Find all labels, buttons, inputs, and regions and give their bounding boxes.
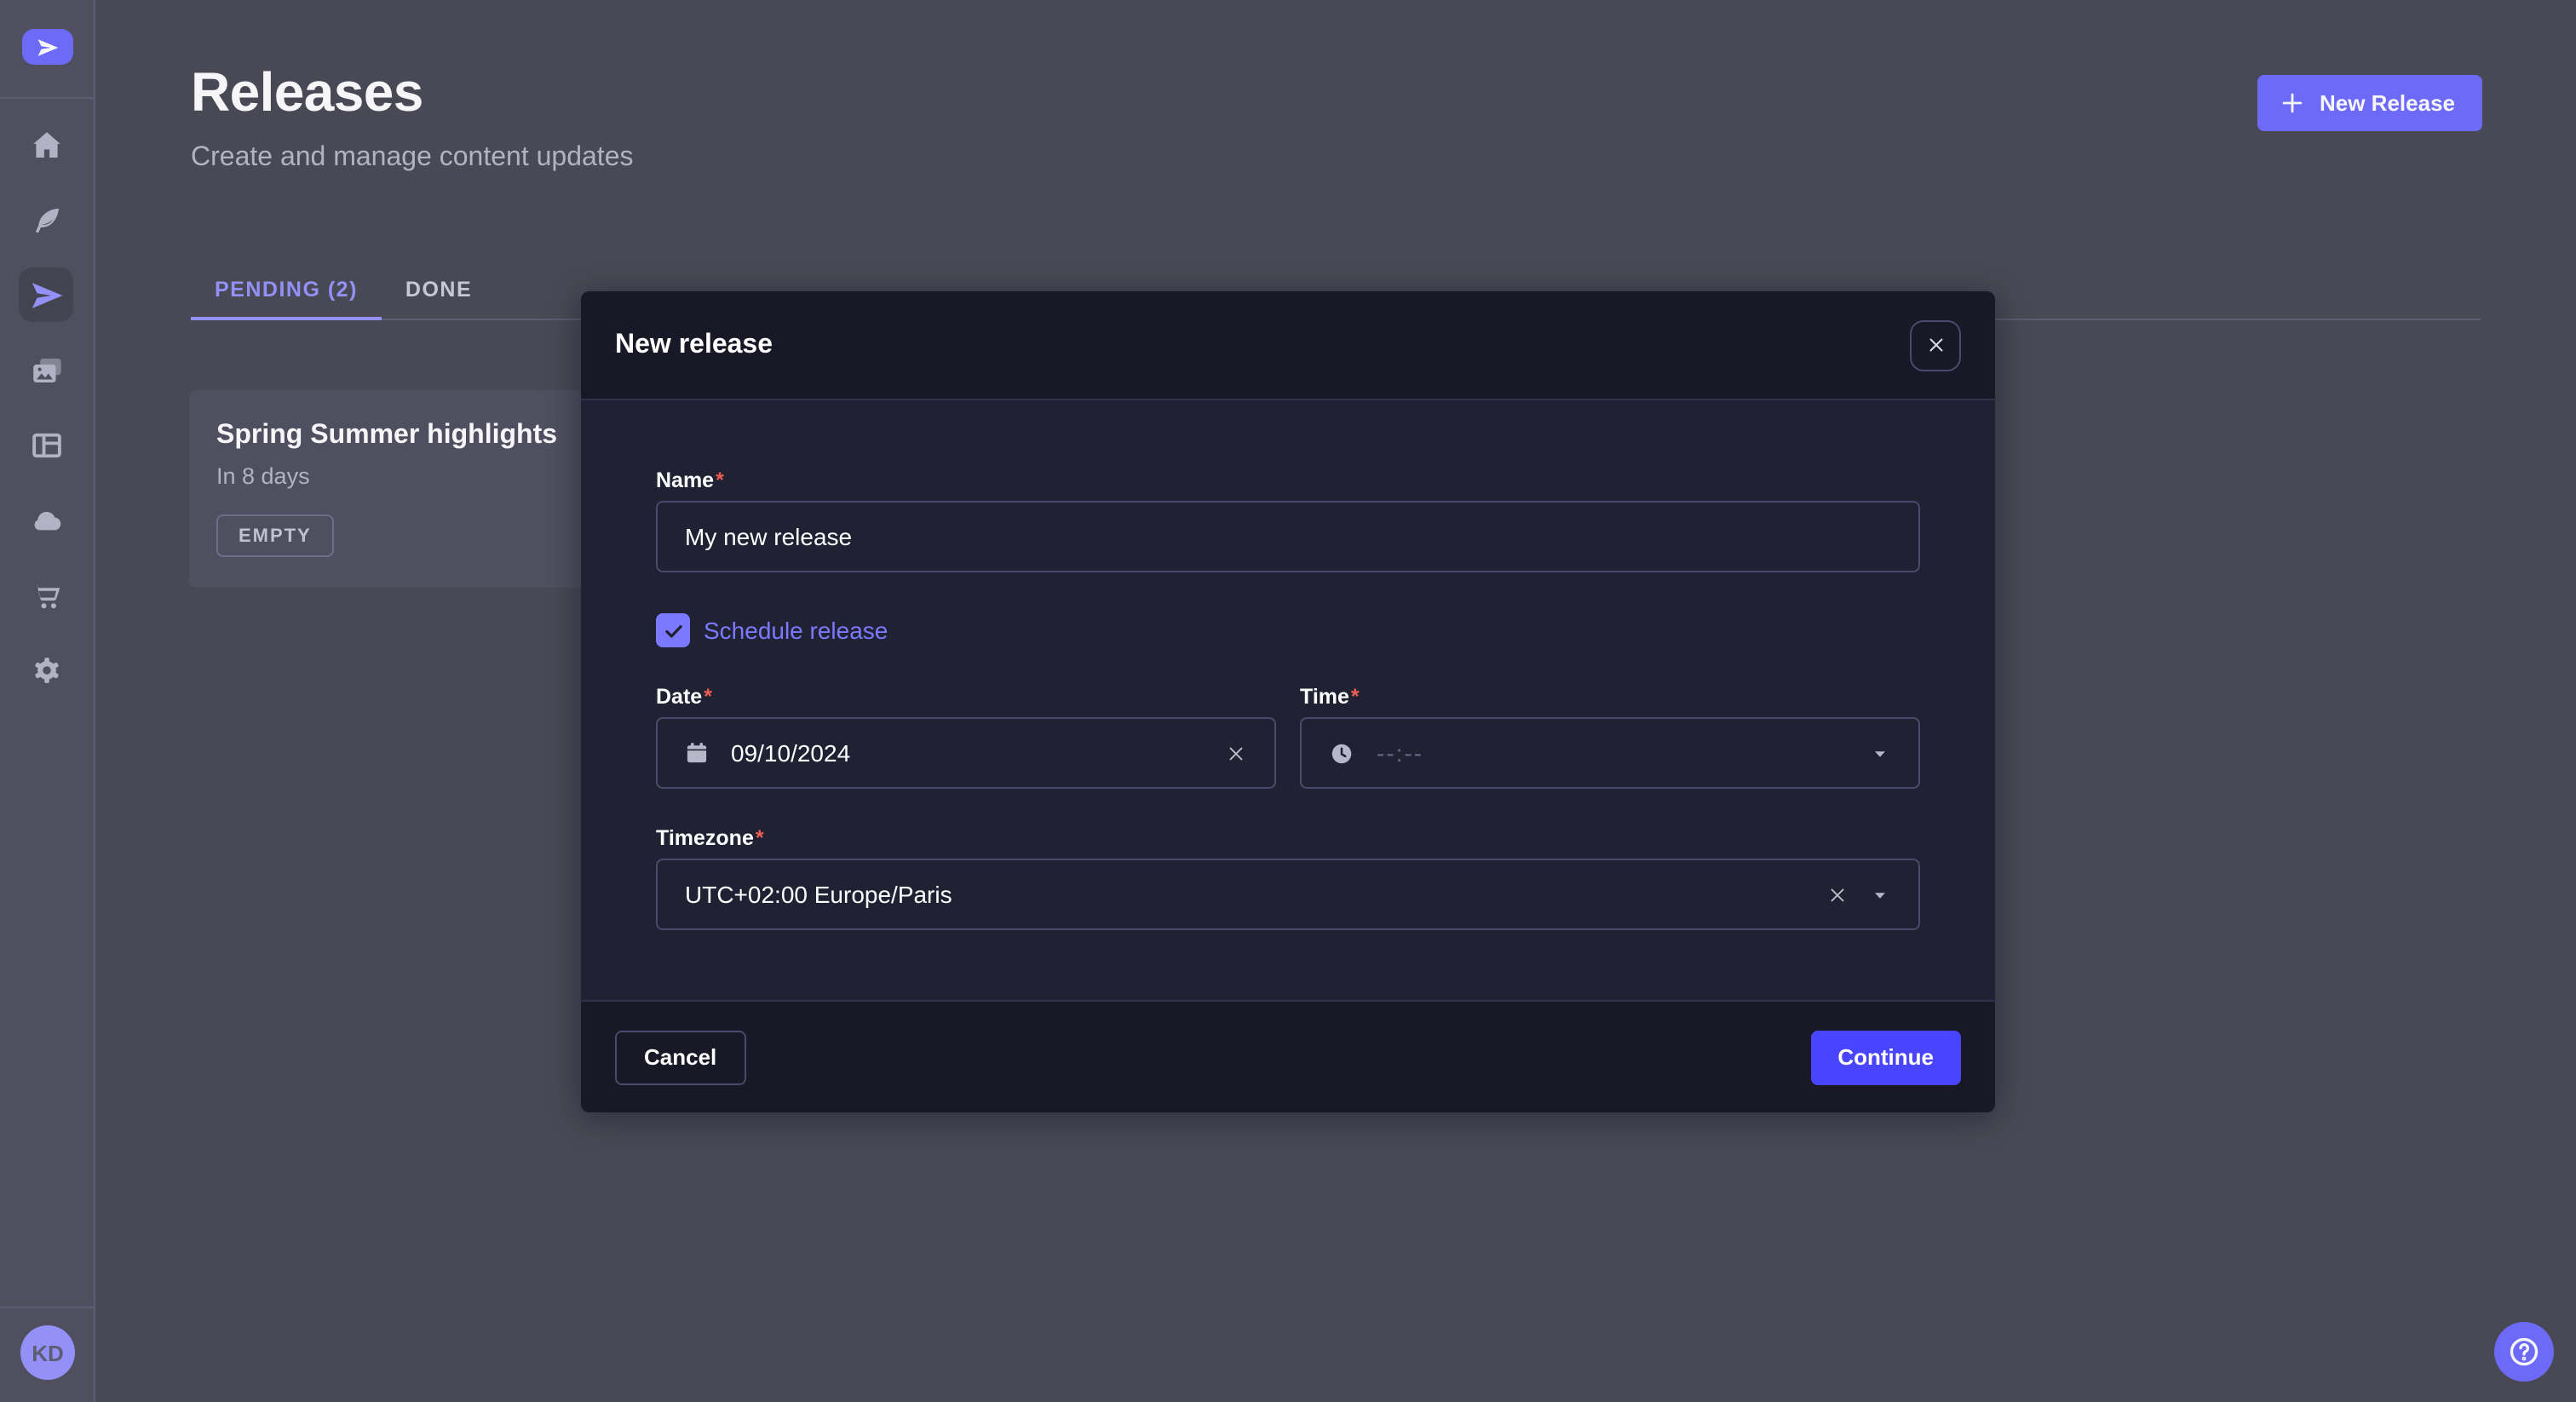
name-field: Name* My new release [656,468,1920,572]
clear-icon [1826,883,1849,905]
required-asterisk: * [1351,685,1360,709]
timezone-clear-button[interactable] [1826,883,1849,905]
continue-button[interactable]: Continue [1810,1030,1961,1084]
close-icon [1924,334,1946,356]
modal-body: Name* My new release Schedule release Da… [581,400,1995,930]
required-asterisk: * [716,468,724,492]
time-input[interactable]: --:-- [1300,717,1920,789]
check-icon [662,619,684,641]
time-input-placeholder: --:-- [1377,739,1423,767]
name-label: Name* [656,468,1920,492]
date-clear-button[interactable] [1225,742,1247,764]
name-input-value: My new release [685,523,852,550]
timezone-field: Timezone* UTC+02:00 Europe/Paris [656,826,1920,930]
date-label: Date* [656,685,1276,709]
chevron-down-icon [1869,742,1891,764]
date-input[interactable]: 09/10/2024 [656,717,1276,789]
cancel-button[interactable]: Cancel [615,1030,745,1084]
time-dropdown-button[interactable] [1869,742,1891,764]
new-release-modal: New release Name* My new release Schedul… [581,291,1995,1112]
name-input[interactable]: My new release [656,501,1920,572]
schedule-release-row[interactable]: Schedule release [656,613,1920,647]
modal-footer: Cancel Continue [581,1000,1995,1112]
date-time-row: Date* 09/10/2024 Time* [656,685,1920,789]
modal-title: New release [615,330,1910,360]
modal-header: New release [581,291,1995,400]
timezone-label: Timezone* [656,826,1920,850]
schedule-release-label: Schedule release [704,617,888,644]
time-label: Time* [1300,685,1920,709]
date-field: Date* 09/10/2024 [656,685,1276,789]
schedule-release-checkbox[interactable] [656,613,690,647]
clock-icon [1329,740,1354,766]
timezone-select-value: UTC+02:00 Europe/Paris [685,881,952,908]
modal-close-button[interactable] [1910,319,1961,371]
date-input-value: 09/10/2024 [731,739,850,767]
clear-icon [1225,742,1247,764]
app-root: KD Releases Create and manage content up… [0,0,2576,1402]
timezone-dropdown-button[interactable] [1869,883,1891,905]
required-asterisk: * [704,685,712,709]
required-asterisk: * [756,826,764,850]
chevron-down-icon [1869,883,1891,905]
calendar-icon [685,741,709,765]
time-field: Time* --:-- [1300,685,1920,789]
timezone-select[interactable]: UTC+02:00 Europe/Paris [656,859,1920,930]
